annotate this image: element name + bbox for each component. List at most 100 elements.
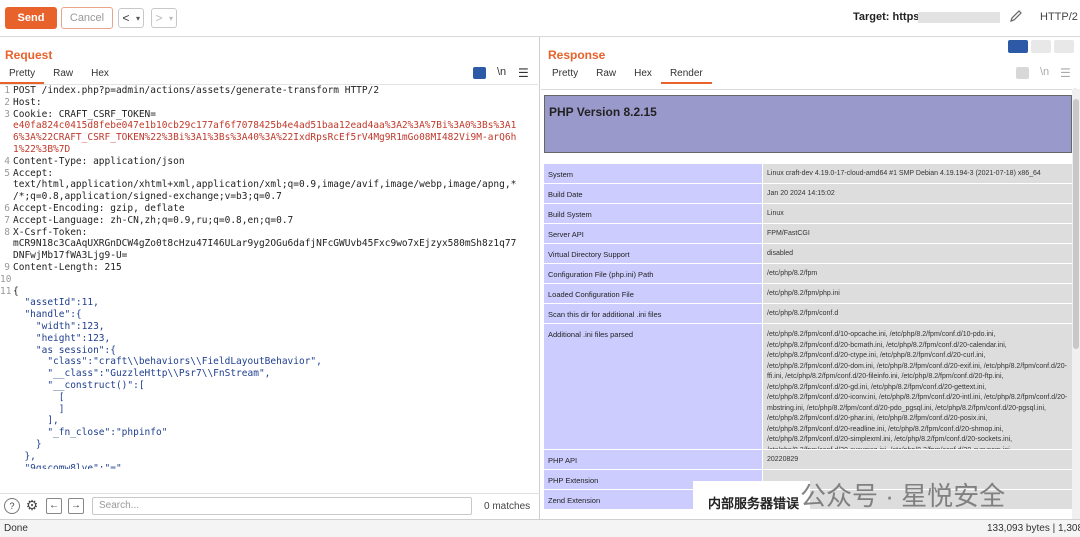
newline-toggle-icon[interactable]: \n <box>1040 66 1049 78</box>
php-info-value: Linux craft-dev 4.19.0-17-cloud-amd64 #1… <box>763 164 1072 183</box>
next-match-icon[interactable]: → <box>68 498 84 514</box>
php-info-value: /etc/php/8.2/fpm/php.ini <box>763 284 1072 303</box>
line-number <box>0 309 13 321</box>
php-info-value: FPM/FastCGI <box>763 224 1072 243</box>
request-editor[interactable]: 1 POST /index.php?p=admin/actions/assets/… <box>0 84 538 469</box>
line-text: ] <box>13 403 65 415</box>
response-panel: PHP Version 8.2.15 System Linux craft-dev… <box>541 37 1080 520</box>
line-text: POST /index.php?p=admin/actions/assets/g… <box>13 85 380 96</box>
match-count: 0 matches <box>484 501 531 512</box>
status-text: Done <box>4 523 28 534</box>
code-line: 6%3A%22CRAFT_CSRF_TOKEN%22%3Bi%3A1%3Bs%3… <box>0 132 538 144</box>
http-version-label[interactable]: HTTP/2 <box>1040 11 1078 23</box>
line-number: 4 <box>4 155 10 167</box>
line-number <box>0 415 13 427</box>
line-text: "assetId":11, <box>13 297 99 309</box>
list-view-icon[interactable] <box>473 67 486 79</box>
code-line: ], <box>0 415 538 427</box>
line-text: text/html,application/xhtml+xml,applicat… <box>13 179 517 191</box>
line-number <box>0 439 13 451</box>
line-text: 6%3A%22CRAFT_CSRF_TOKEN%22%3Bi%3A1%3Bs%3… <box>13 132 517 144</box>
php-info-key: Build Date <box>544 184 763 203</box>
response-scrollbar-thumb[interactable] <box>1073 99 1079 349</box>
php-info-value: Linux <box>763 204 1072 223</box>
php-info-row: Configuration File (php.ini) Path/etc/ph… <box>544 264 1072 284</box>
line-number: 6 <box>4 202 10 214</box>
split-view-icon[interactable] <box>1008 40 1028 53</box>
back-arrow-icon[interactable]: < <box>119 11 133 25</box>
php-info-row: System Linux craft-dev 4.19.0-17-cloud-am… <box>544 164 1072 184</box>
php-info-value: /etc/php/8.2/fpm <box>763 264 1072 283</box>
single-view-icon[interactable] <box>1054 40 1074 53</box>
line-text: }, <box>13 450 36 462</box>
menu-icon[interactable]: ☰ <box>1060 66 1071 80</box>
php-info-row: Virtual Directory Support disabled <box>544 244 1072 264</box>
code-line: "width":123, <box>0 321 538 333</box>
tab-hex[interactable]: Hex <box>82 66 118 84</box>
tab-raw[interactable]: Raw <box>587 66 625 84</box>
gear-icon[interactable]: ⚙ <box>24 498 40 514</box>
line-text: "__class":"GuzzleHttp\\Psr7\\FnStream", <box>13 368 271 380</box>
line-text: "class":"craft\\behaviors\\FieldLayoutBe… <box>13 356 322 368</box>
line-number <box>0 333 13 345</box>
line-number <box>0 345 13 357</box>
list-view-icon[interactable] <box>1016 67 1029 79</box>
php-info-key: Configuration File (php.ini) Path <box>544 264 763 283</box>
line-number: 5 <box>4 167 10 179</box>
tab-pretty[interactable]: Pretty <box>0 66 45 84</box>
php-info-key: Server API <box>544 224 763 243</box>
line-number <box>0 380 13 392</box>
line-text: "__construct()":[ <box>13 379 145 391</box>
tab-raw[interactable]: Raw <box>44 66 82 84</box>
line-text: } <box>13 438 42 450</box>
code-line: "_fn_close":"phpinfo" <box>0 427 538 439</box>
line-text: "as session":{ <box>13 344 116 356</box>
php-info-key: Additional .ini files parsed <box>544 324 763 449</box>
chevron-down-icon[interactable]: ▾ <box>166 14 176 23</box>
line-text: Cookie: CRAFT_CSRF_TOKEN= <box>13 108 156 120</box>
toolbar: Send Cancel < ▾ > ▾ Target: https: HTTP/… <box>0 0 1080 37</box>
target-host-redacted <box>918 12 1000 23</box>
tab-pretty[interactable]: Pretty <box>543 66 587 84</box>
code-line: DNFwjMb17fWA3Ljg9-U= <box>0 250 538 262</box>
horizontal-view-icon[interactable] <box>1031 40 1051 53</box>
search-input[interactable]: Search... <box>92 497 472 515</box>
cancel-button[interactable]: Cancel <box>61 7 113 29</box>
help-icon[interactable]: ? <box>4 498 20 514</box>
php-info-key: Scan this dir for additional .ini files <box>544 304 763 323</box>
edit-target-icon[interactable] <box>1008 8 1024 27</box>
code-line: 2 Host: <box>0 97 538 109</box>
line-number <box>0 392 13 404</box>
php-info-row: Build Date Jan 20 2024 14:15:02 <box>544 184 1072 204</box>
line-text: e40fa824c0415d8febe047e1b10cb29c177af6f7… <box>13 120 517 132</box>
line-number <box>0 179 13 191</box>
code-line: } <box>0 439 538 451</box>
tab-hex[interactable]: Hex <box>625 66 661 84</box>
code-line: "handle":{ <box>0 309 538 321</box>
send-button[interactable]: Send <box>5 7 57 29</box>
code-line: 11{ <box>0 286 538 298</box>
php-info-row: PHP API 20220829 <box>544 450 1072 470</box>
previous-match-icon[interactable]: ← <box>46 498 62 514</box>
line-number <box>0 463 13 470</box>
chevron-down-icon[interactable]: ▾ <box>133 14 143 23</box>
rendered-response[interactable]: PHP Version 8.2.15 System Linux craft-dev… <box>541 89 1072 520</box>
php-info-value: /etc/php/8.2/fpm/conf.d/10-opcache.ini, … <box>763 324 1072 449</box>
line-number <box>0 191 13 203</box>
code-line: 3 Cookie: CRAFT_CSRF_TOKEN= <box>0 109 538 121</box>
code-line: 1%22%3B%7D <box>0 144 538 156</box>
line-number <box>0 451 13 463</box>
newline-toggle-icon[interactable]: \n <box>497 66 506 78</box>
menu-icon[interactable]: ☰ <box>518 66 529 80</box>
line-number: 1 <box>4 85 10 96</box>
line-number <box>0 238 13 250</box>
line-number <box>0 368 13 380</box>
tab-render[interactable]: Render <box>660 66 712 84</box>
code-line: 8 X-Csrf-Token: <box>0 227 538 239</box>
line-number <box>0 120 13 132</box>
request-title: Request <box>5 48 53 62</box>
php-info-row: Loaded Configuration File/etc/php/8.2/fp… <box>544 284 1072 304</box>
line-text: "height":123, <box>13 332 111 344</box>
line-text: "handle":{ <box>13 309 82 321</box>
forward-arrow-icon[interactable]: > <box>152 11 166 25</box>
